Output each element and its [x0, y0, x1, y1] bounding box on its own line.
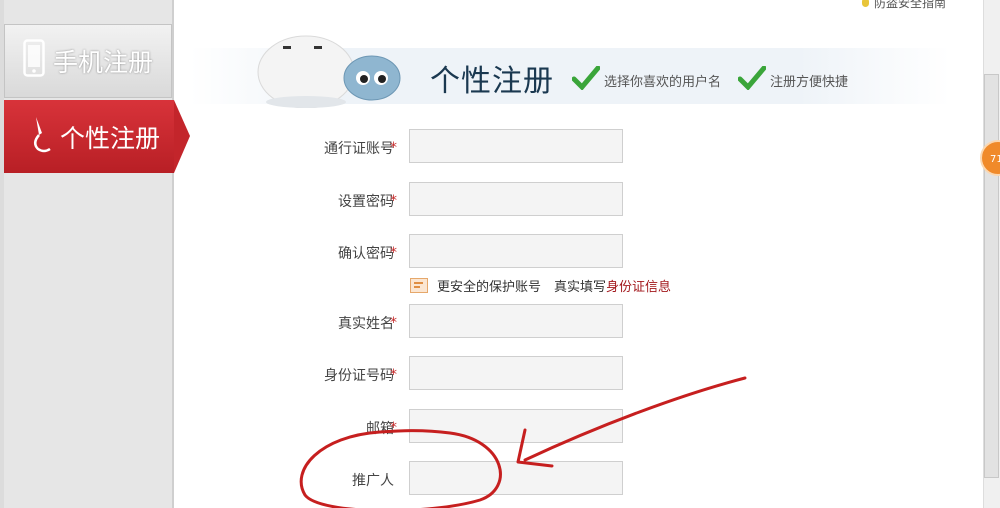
annotation-circle: [299, 429, 502, 508]
annotation-overlay: [299, 376, 747, 508]
annotation-arrowhead: [516, 428, 554, 468]
annotation-arrow: [523, 376, 747, 462]
